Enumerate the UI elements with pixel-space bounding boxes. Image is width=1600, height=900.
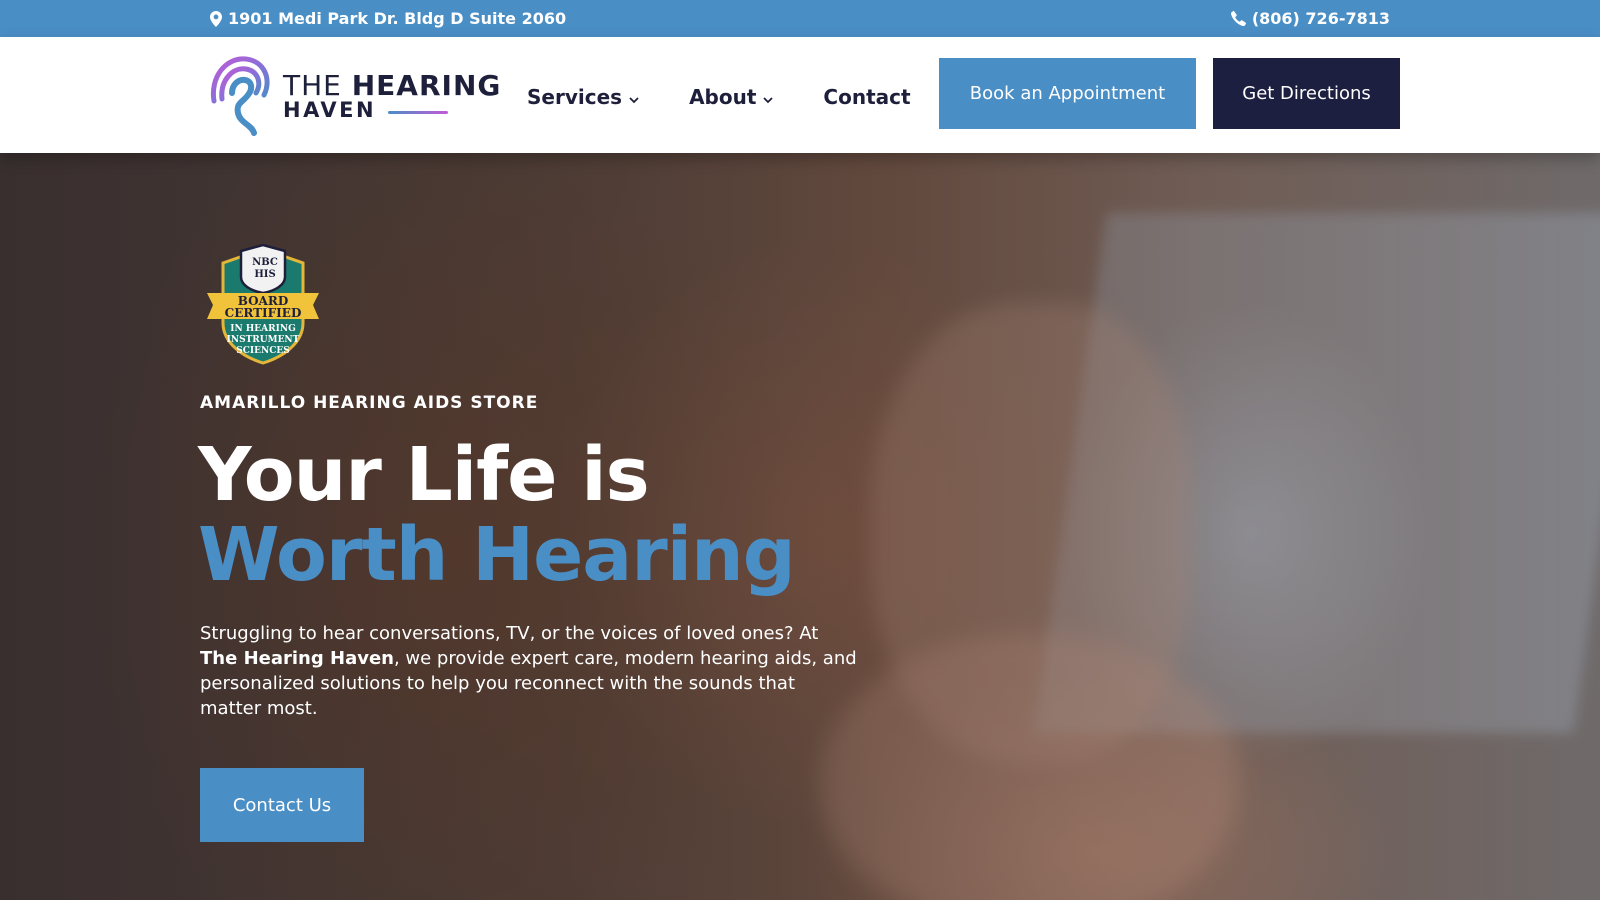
phone-icon xyxy=(1230,11,1246,26)
hero-eyebrow: AMARILLO HEARING AIDS STORE xyxy=(200,393,539,413)
logo-underline xyxy=(388,111,448,114)
svg-text:NBC: NBC xyxy=(252,257,278,268)
svg-text:IN HEARING: IN HEARING xyxy=(230,324,296,334)
nav-about[interactable]: About xyxy=(689,85,774,109)
contact-us-button[interactable]: Contact Us xyxy=(200,768,364,842)
nav-contact-label: Contact xyxy=(823,85,911,109)
phone-link[interactable]: (806) 726-7813 xyxy=(1230,9,1390,28)
address-text: 1901 Medi Park Dr. Bldg D Suite 2060 xyxy=(228,9,567,28)
nav-contact[interactable]: Contact xyxy=(823,85,910,109)
site-logo[interactable]: THE HEARING HAVEN xyxy=(208,53,500,139)
hero-headline-line1: Your Life is xyxy=(198,432,650,518)
phone-text: (806) 726-7813 xyxy=(1251,9,1390,28)
nav-services[interactable]: Services xyxy=(527,85,639,109)
nav-services-label: Services xyxy=(527,85,623,109)
board-certified-badge: NBC HIS BOARD CERTIFIED IN HEARING INSTR… xyxy=(205,243,321,369)
address-link[interactable]: 1901 Medi Park Dr. Bldg D Suite 2060 xyxy=(210,9,566,28)
hero-section: NBC HIS BOARD CERTIFIED IN HEARING INSTR… xyxy=(0,153,1600,900)
map-pin-icon xyxy=(210,10,222,27)
main-nav: Services About Contact xyxy=(527,85,911,109)
hero-description: Struggling to hear conversations, TV, or… xyxy=(200,623,857,719)
logo-wordmark-line2: HAVEN xyxy=(283,98,377,122)
svg-text:SCIENCES: SCIENCES xyxy=(236,346,289,356)
svg-text:INSTRUMENT: INSTRUMENT xyxy=(227,335,300,345)
ear-logo-icon xyxy=(208,53,274,143)
nav-about-label: About xyxy=(689,85,757,109)
svg-text:CERTIFIED: CERTIFIED xyxy=(225,306,302,320)
svg-text:HIS: HIS xyxy=(254,269,275,280)
site-header: THE HEARING HAVEN Services About Contact… xyxy=(0,37,1600,153)
book-appointment-button[interactable]: Book an Appointment xyxy=(939,58,1196,129)
get-directions-button[interactable]: Get Directions xyxy=(1213,58,1400,129)
top-info-bar: 1901 Medi Park Dr. Bldg D Suite 2060 (80… xyxy=(0,0,1600,37)
chevron-down-icon xyxy=(629,85,639,109)
hero-headline-line2: Worth Hearing xyxy=(198,512,796,598)
chevron-down-icon xyxy=(763,85,774,109)
